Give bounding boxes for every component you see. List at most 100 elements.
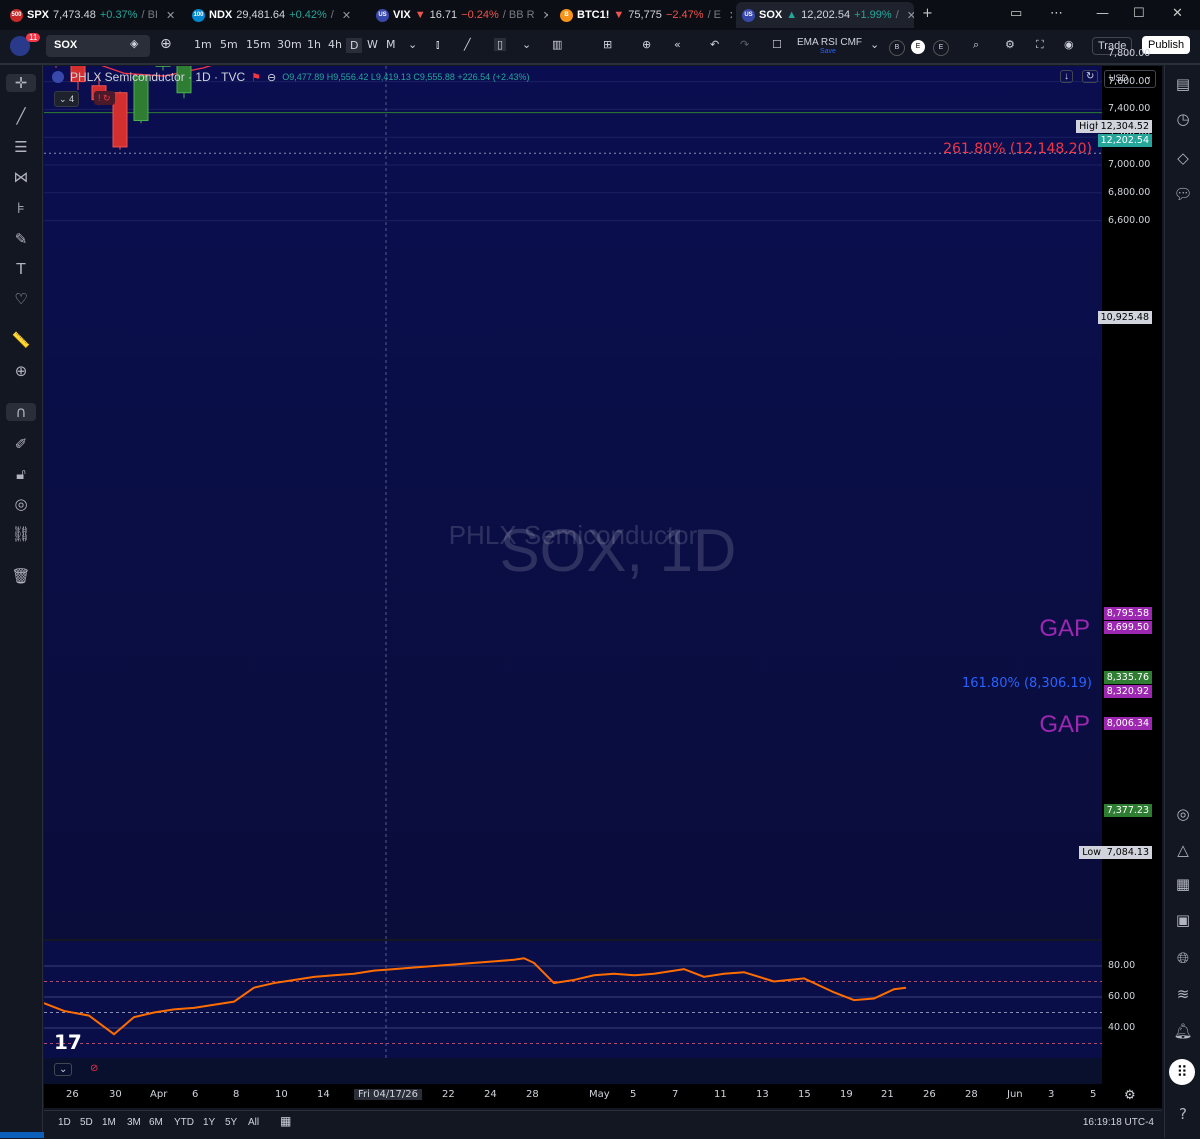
- calendar-range-icon[interactable]: ▦: [280, 1114, 291, 1128]
- indicators-toggle[interactable]: ⌄ 4: [54, 91, 79, 107]
- magnifier-icon[interactable]: ⌕: [973, 38, 979, 52]
- tab-vix[interactable]: US VIX ▼ 16.71 −0.24% / BB R ✕: [370, 2, 548, 28]
- range-button-all[interactable]: All: [248, 1117, 259, 1128]
- range-button-1y[interactable]: 1Y: [203, 1117, 215, 1128]
- time-axis[interactable]: 2630Apr681014Fri 04/17/26222428May571113…: [44, 1084, 1162, 1108]
- forecast-icon[interactable]: ⊧: [0, 199, 42, 217]
- lock-drawing-icon[interactable]: ✐: [0, 435, 42, 453]
- close-icon[interactable]: ✕: [342, 9, 351, 22]
- ruler-icon[interactable]: 📏: [0, 331, 42, 349]
- range-button-1m[interactable]: 1M: [102, 1117, 116, 1128]
- undo-icon[interactable]: ↶: [710, 38, 719, 51]
- layers-icon[interactable]: ◇: [1165, 149, 1200, 167]
- close-icon[interactable]: ✕: [729, 9, 732, 22]
- link-icon[interactable]: ⛓: [0, 525, 42, 543]
- rsi-svg[interactable]: 𝟭𝟳: [44, 941, 1102, 1058]
- trash-icon[interactable]: 🗑︎: [0, 567, 42, 585]
- magnet-icon[interactable]: ∩: [6, 403, 36, 421]
- new-tab-icon[interactable]: +: [922, 6, 933, 21]
- interval-w[interactable]: W: [367, 38, 378, 51]
- reset-icon[interactable]: ↻: [1082, 70, 1098, 83]
- circle-button-e[interactable]: E: [933, 40, 949, 56]
- zoom-icon[interactable]: ⊕: [0, 362, 42, 380]
- stream-icon[interactable]: ≋: [1165, 985, 1200, 1003]
- close-icon[interactable]: ✕: [907, 9, 914, 22]
- circle-button-e-active[interactable]: E: [911, 40, 925, 54]
- close-icon[interactable]: ✕: [166, 9, 175, 22]
- more-icon[interactable]: ⋯: [1050, 6, 1063, 21]
- watchlist-icon[interactable]: ▤: [1165, 75, 1200, 93]
- replay-icon[interactable]: «: [674, 38, 681, 51]
- range-button-ytd[interactable]: YTD: [174, 1117, 194, 1128]
- ideas-icon[interactable]: △: [1165, 841, 1200, 859]
- interval-4h[interactable]: 4h: [328, 38, 342, 51]
- price-chart-svg[interactable]: SOX, 1D PHLX Semiconductor 261.80% (12,1…: [44, 66, 1102, 939]
- scroll-down-icon[interactable]: ↓: [1060, 70, 1073, 83]
- trend-line-icon[interactable]: ╱: [0, 107, 42, 125]
- target-icon[interactable]: ◎: [1165, 805, 1200, 823]
- add-symbol-icon[interactable]: ⊕: [160, 36, 172, 52]
- close-window-icon[interactable]: ✕: [1172, 6, 1183, 21]
- interval-5m[interactable]: 5m: [220, 38, 238, 51]
- chevron-down-icon[interactable]: ⌄: [408, 38, 417, 51]
- tab-ndx[interactable]: 100 NDX 29,481.64 +0.42% / ✕: [186, 2, 364, 28]
- globe-icon[interactable]: 🌐︎: [1165, 949, 1200, 967]
- layouts-icon[interactable]: ⊞: [603, 38, 612, 51]
- line-style-icon[interactable]: ╱: [464, 38, 471, 51]
- save-label[interactable]: Save: [820, 48, 836, 55]
- pattern-icon[interactable]: ⋈: [0, 168, 42, 186]
- interval-m[interactable]: M: [386, 38, 396, 51]
- alert-icon[interactable]: ⊕: [642, 38, 651, 51]
- checkbox-icon[interactable]: ☐: [772, 38, 782, 51]
- interval-1h[interactable]: 1h: [307, 38, 321, 51]
- bar-style-icon[interactable]: ⫾: [436, 38, 440, 52]
- text-icon[interactable]: T: [0, 260, 42, 278]
- minimize-icon[interactable]: —: [1096, 6, 1109, 21]
- main-chart-pane[interactable]: SOX, 1D PHLX Semiconductor 261.80% (12,1…: [44, 66, 1102, 939]
- lock-icon[interactable]: 🔓︎: [0, 465, 42, 483]
- symbol-legend[interactable]: PHLX Semiconductor · 1D · TVC ⚑ ⊖ O9,477…: [52, 70, 529, 84]
- help-icon[interactable]: ?: [1165, 1105, 1200, 1123]
- range-button-6m[interactable]: 6M: [149, 1117, 163, 1128]
- chevron-down-icon[interactable]: ⌄: [522, 38, 531, 51]
- bell-icon[interactable]: 🔔︎: [1165, 1022, 1200, 1040]
- clock-icon[interactable]: ◷: [1165, 110, 1200, 128]
- flag-icon[interactable]: ⚑: [251, 71, 261, 84]
- fullscreen-icon[interactable]: ⛶: [1036, 38, 1044, 52]
- tab-btc[interactable]: B BTC1! ▼ 75,775 −2.47% / E ✕: [554, 2, 732, 28]
- eye-icon[interactable]: ◎: [0, 495, 42, 513]
- apps-icon[interactable]: ⠿: [1169, 1059, 1195, 1085]
- heart-icon[interactable]: ♡: [0, 290, 42, 308]
- interval-30m[interactable]: 30m: [277, 38, 302, 51]
- taskbar-start-icon[interactable]: [0, 1132, 44, 1138]
- fib-icon[interactable]: ☰: [0, 138, 42, 156]
- tab-sox[interactable]: US SOX ▲ 12,202.54 +1.99% / ✕: [736, 2, 914, 28]
- compare-icon[interactable]: ◈: [130, 37, 138, 50]
- interval-1m[interactable]: 1m: [194, 38, 212, 51]
- warning-icon[interactable]: ! ↻: [94, 91, 115, 105]
- tab-spx[interactable]: 500 SPX 7,473.48 +0.37% / BI ✕: [4, 2, 180, 28]
- brush-icon[interactable]: ✎: [0, 230, 42, 248]
- gear-icon[interactable]: ⚙: [1005, 38, 1015, 51]
- indicator-template-name[interactable]: EMA RSI CMF: [797, 37, 862, 48]
- calendar-icon[interactable]: ▦: [1165, 875, 1200, 893]
- range-button-5d[interactable]: 5D: [80, 1117, 93, 1128]
- range-button-3m[interactable]: 3M: [127, 1117, 141, 1128]
- camera-icon[interactable]: ◉: [1064, 38, 1074, 51]
- candle-style-icon[interactable]: ▯: [494, 38, 506, 51]
- layout-icon[interactable]: ▭: [1010, 6, 1022, 21]
- range-button-1d[interactable]: 1D: [58, 1117, 71, 1128]
- interval-15m[interactable]: 15m: [246, 38, 271, 51]
- indicators-icon[interactable]: ▥: [552, 38, 562, 51]
- redo-icon[interactable]: ↷: [740, 38, 749, 51]
- warning-icon[interactable]: ⊘: [90, 1063, 98, 1074]
- clock-display[interactable]: 16:19:18 UTC-4: [1083, 1117, 1154, 1128]
- interval-d[interactable]: D: [346, 38, 362, 53]
- news-icon[interactable]: ▣: [1165, 911, 1200, 929]
- minus-icon[interactable]: ⊖: [267, 71, 276, 84]
- chat-icon[interactable]: 💬︎: [1165, 185, 1200, 203]
- circle-button-b[interactable]: B: [889, 40, 905, 56]
- rsi-pane[interactable]: 𝟭𝟳: [44, 941, 1102, 1058]
- price-axis[interactable]: USD ⌄ 12,400.0012,000.0011,800.0011,600.…: [1102, 66, 1162, 1084]
- chevron-down-icon[interactable]: ⌄: [54, 1063, 72, 1076]
